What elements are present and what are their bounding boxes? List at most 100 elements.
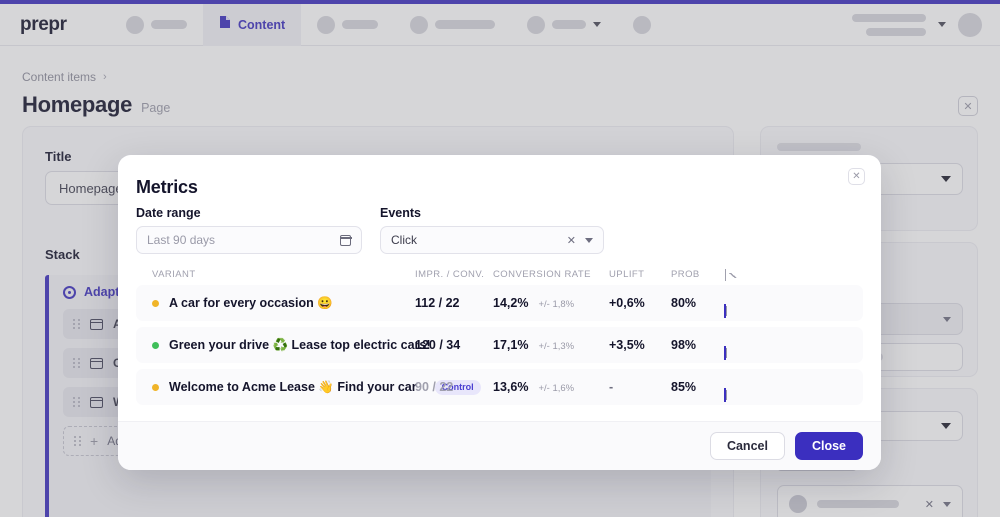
drag-handle-icon[interactable] [73,357,80,369]
modal-filters: Date range Last 90 days Events Click ✕ [136,206,604,254]
conversion-rate-cell: 17,1% +/- 1,3% [493,338,609,352]
breadcrumb-parent-link[interactable]: Content items [22,70,96,84]
clear-x-icon[interactable]: ✕ [567,234,576,247]
nav-tab-skeleton-4[interactable] [511,4,617,46]
impressions-cell: 90 / 22 [415,380,454,394]
column-header-conversion-rate: CONVERSION RATE [493,268,591,280]
document-icon [219,15,231,34]
boxplot-median [724,388,726,402]
nav-tab-icon-placeholder [126,15,144,34]
clear-x-icon[interactable]: ✕ [925,498,934,511]
account-line-1 [852,13,926,22]
close-button[interactable]: Close [794,432,863,460]
events-filter: Events Click ✕ [380,206,604,254]
content-block-icon [90,396,103,408]
close-icon: ✕ [963,100,973,113]
conversion-rate-margin: +/- 1,3% [538,341,575,352]
metrics-table: VARIANT IMPR. / CONV. CONVERSION RATE UP… [136,263,863,411]
cancel-button[interactable]: Cancel [709,432,785,460]
app-root: prepr Content Content items › Homepage P… [0,0,1000,517]
prob-cell: 85% [671,380,697,394]
prepr-logo[interactable]: prepr [0,14,110,36]
nav-tab-icon-placeholder [633,15,652,34]
nav-tab-icon-placeholder [317,15,336,34]
column-header-chart [725,268,863,281]
date-range-input[interactable]: Last 90 days [136,226,362,254]
navbar-right-group [852,12,1000,37]
date-range-value: Last 90 days [147,233,216,247]
column-header-variant: VARIANT [152,268,196,280]
title-input-value: Homepage [59,180,123,196]
plus-icon: + [90,433,99,449]
events-value: Click [391,233,417,247]
modal-footer: Cancel Close [118,421,881,470]
page-title: Homepage [22,92,133,117]
chevron-down-icon[interactable] [585,237,593,243]
reference-label-placeholder [817,500,899,508]
variant-name: A car for every occasion 😀 [169,295,333,310]
top-navigation-bar: prepr Content [0,3,1000,46]
account-line-2 [866,27,926,36]
avatar[interactable] [958,12,982,37]
modal-title: Metrics [136,177,198,197]
conversion-rate-value: 17,1% [493,338,529,352]
conversion-rate-margin: +/- 1,6% [538,383,575,394]
reference-actions: ✕ [925,498,951,511]
close-icon: ✕ [852,171,861,182]
page-type-label: Page [141,101,171,115]
nav-tab-label-placeholder [151,20,187,29]
boxplot-median [724,304,726,318]
table-row[interactable]: Green your drive ♻️ Lease top electric c… [136,327,863,363]
date-range-filter: Date range Last 90 days [136,206,362,254]
column-header-prob: PROB [671,268,700,280]
page-close-button[interactable]: ✕ [958,96,978,116]
chevron-down-icon[interactable] [938,22,946,27]
content-block-icon [90,357,103,369]
breadcrumb-separator-icon: › [103,71,107,83]
variant-cell: Green your drive ♻️ Lease top electric c… [136,338,431,353]
drag-handle-icon[interactable] [73,396,80,408]
nav-tab-skeleton-3[interactable] [394,4,511,46]
status-dot [152,341,159,349]
uplift-cell: +3,5% [609,338,645,352]
title-field-label: Title [45,149,72,164]
events-select[interactable]: Click ✕ [380,226,604,254]
nav-tab-skeleton-1[interactable] [110,4,203,46]
uplift-cell: - [609,380,614,394]
nav-tab-content[interactable]: Content [203,3,302,46]
variant-cell: Welcome to Acme Lease 👋 Find your car Co… [136,379,481,395]
variant-name: Welcome to Acme Lease 👋 Find your car [169,379,417,394]
chevron-down-icon [943,316,951,322]
nav-tab-skeleton-5[interactable] [617,4,667,46]
page-title-row: Homepage Page [22,92,170,118]
prob-cell: 98% [671,338,697,352]
modal-close-button[interactable]: ✕ [848,168,865,185]
chevron-down-icon [941,423,951,429]
drag-handle-icon[interactable] [73,318,80,330]
table-row[interactable]: Welcome to Acme Lease 👋 Find your car Co… [136,369,863,405]
conversion-rate-cell: 13,6% +/- 1,6% [493,380,609,394]
sidebar-card-1-label-placeholder [777,143,861,151]
nav-tab-label-placeholder [435,20,496,29]
chevron-down-icon [941,176,951,182]
prob-cell: 80% [671,296,697,310]
table-header-row: VARIANT IMPR. / CONV. CONVERSION RATE UP… [136,263,863,285]
variant-name: Green your drive ♻️ Lease top electric c… [169,337,431,352]
table-row[interactable]: A car for every occasion 😀 112 / 22 14,2… [136,285,863,321]
conversion-rate-cell: 14,2% +/- 1,8% [493,296,609,310]
reference-avatar [789,495,807,513]
chevron-down-icon[interactable] [943,501,951,507]
account-label-placeholder [852,13,926,36]
impressions-cell: 112 / 22 [415,296,460,310]
nav-tab-skeleton-2[interactable] [301,4,394,46]
content-block-icon [90,318,103,330]
line-chart-icon [725,268,726,281]
status-dot [152,299,159,307]
sidebar-reference-field[interactable]: ✕ [777,485,963,517]
date-range-label: Date range [136,206,201,220]
column-header-uplift: UPLIFT [609,268,645,280]
conversion-rate-margin: +/- 1,8% [538,299,575,310]
events-label: Events [380,206,421,220]
calendar-icon [339,234,352,246]
conversion-rate-value: 13,6% [493,380,529,394]
